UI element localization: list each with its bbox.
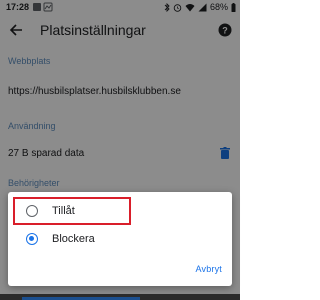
- cancel-button[interactable]: Avbryt: [195, 264, 222, 274]
- option-block-label: Blockera: [52, 233, 95, 245]
- permission-dialog: Tillåt Blockera Avbryt: [8, 192, 232, 286]
- radio-block[interactable]: [26, 233, 38, 245]
- highlight-annotation: [13, 197, 131, 225]
- option-block[interactable]: Blockera: [8, 226, 232, 252]
